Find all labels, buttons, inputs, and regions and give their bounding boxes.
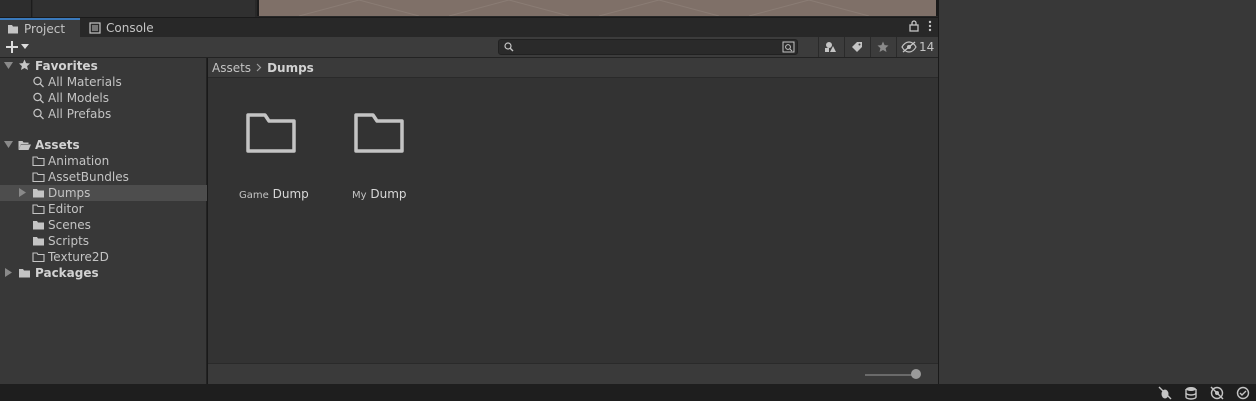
scene-view-strip: [0, 0, 938, 17]
tree-folder-item[interactable]: AssetBundles: [0, 169, 207, 185]
asset-name-prefix: My: [352, 190, 367, 201]
favorite-item[interactable]: All Models: [0, 90, 207, 106]
tree-label: Editor: [48, 202, 84, 216]
tree-label: Assets: [35, 138, 80, 152]
status-bar: [0, 384, 1256, 401]
check-circle-icon[interactable]: [1236, 386, 1250, 400]
search-icon: [504, 42, 514, 52]
tree-label: Texture2D: [48, 250, 109, 264]
tree-label: AssetBundles: [48, 170, 129, 184]
strip-segment: [33, 0, 255, 17]
eye-hidden-icon: [901, 41, 917, 53]
project-tree: Favorites All Materials All Models All P…: [0, 58, 207, 384]
filter-by-type-button[interactable]: [818, 37, 842, 57]
search-icon: [33, 76, 44, 88]
expand-arrow-icon[interactable]: [4, 61, 14, 71]
favorite-item[interactable]: All Materials: [0, 74, 207, 90]
tab-console[interactable]: Console: [82, 18, 162, 38]
asset-name: Game Dump: [239, 187, 309, 201]
tree-label: Favorites: [35, 59, 98, 73]
icon-size-slider-handle[interactable]: [911, 369, 921, 379]
favorite-item[interactable]: All Prefabs: [0, 106, 207, 122]
unity-editor: Project Console 14 Favorites All Materia…: [0, 0, 1256, 401]
tab-actions: [909, 20, 932, 32]
tree-assets[interactable]: Assets: [0, 137, 207, 153]
tree-label: All Materials: [48, 75, 122, 89]
tree-folder-item-selected[interactable]: Dumps: [0, 185, 207, 201]
hidden-packages-toggle[interactable]: 14: [896, 37, 938, 57]
lock-icon[interactable]: [909, 20, 919, 32]
search-icon: [33, 92, 44, 104]
grid-bottom-bar: [208, 363, 938, 384]
tree-label: Animation: [48, 154, 110, 168]
tree-folder-item[interactable]: Scenes: [0, 217, 207, 233]
more-options-icon[interactable]: [928, 20, 932, 32]
folder-icon: [33, 237, 44, 246]
asset-name-main: Dump: [370, 187, 407, 201]
breadcrumb-root[interactable]: Assets: [212, 61, 251, 75]
tree-label: Scripts: [48, 234, 90, 248]
breadcrumb-current[interactable]: Dumps: [267, 61, 314, 75]
tree-folder-item[interactable]: Editor: [0, 201, 207, 217]
asset-grid-area: Assets Dumps Game Dump My Dump: [208, 58, 938, 363]
plus-icon: [6, 41, 18, 53]
tree-folder-item[interactable]: Scripts: [0, 233, 207, 249]
create-button[interactable]: [5, 39, 33, 55]
asset-name-prefix: Game: [239, 190, 269, 201]
search-in-scene-icon[interactable]: [782, 41, 795, 53]
console-icon: [89, 22, 101, 34]
status-icons: [1158, 386, 1250, 400]
tree-label: Dumps: [48, 186, 91, 200]
tab-project[interactable]: Project: [0, 18, 80, 38]
filter-type-icon: [824, 42, 836, 52]
scene-view-preview[interactable]: [257, 0, 938, 16]
icon-size-slider[interactable]: [865, 374, 915, 376]
expand-arrow-icon[interactable]: [4, 140, 14, 150]
asset-name: My Dump: [352, 187, 407, 201]
folder-icon: [8, 25, 18, 34]
folder-icon: [33, 221, 44, 230]
label-tag-icon: [851, 42, 862, 52]
search-input[interactable]: [498, 39, 798, 55]
folder-icon: [32, 172, 45, 183]
tab-label: Console: [106, 21, 154, 35]
folder-icon: [246, 113, 296, 153]
folder-open-icon: [18, 141, 31, 150]
database-icon[interactable]: [1184, 386, 1198, 400]
favorite-button[interactable]: [870, 37, 894, 57]
hidden-count: 14: [919, 40, 935, 54]
chevron-down-icon: [21, 44, 29, 49]
search-icon: [33, 108, 44, 120]
tree-label: Packages: [35, 266, 99, 280]
debug-bug-icon[interactable]: [1158, 386, 1172, 400]
tree-label: All Models: [48, 91, 109, 105]
asset-name-main: Dump: [272, 187, 309, 201]
network-icon[interactable]: [1210, 386, 1224, 400]
filter-by-label-button[interactable]: [844, 37, 868, 57]
tree-label: Scenes: [48, 218, 91, 232]
folder-icon: [32, 252, 45, 263]
star-icon: [19, 59, 30, 70]
strip-segment: [0, 0, 32, 17]
folder-icon: [33, 189, 44, 198]
collapse-arrow-icon[interactable]: [4, 268, 14, 278]
tree-favorites[interactable]: Favorites: [0, 58, 207, 74]
star-icon: [877, 41, 888, 52]
tree-packages[interactable]: Packages: [0, 265, 207, 281]
folder-icon: [32, 156, 45, 167]
tree-label: All Prefabs: [48, 107, 112, 121]
breadcrumb: Assets Dumps: [208, 58, 938, 78]
tab-label: Project: [24, 22, 66, 36]
inspector-panel: [938, 0, 1256, 384]
folder-icon: [32, 204, 45, 215]
chevron-right-icon: [256, 63, 262, 72]
folder-icon: [19, 269, 30, 278]
tab-bar: Project Console: [0, 17, 938, 38]
collapse-arrow-icon[interactable]: [18, 188, 28, 198]
tree-folder-item[interactable]: Animation: [0, 153, 207, 169]
project-toolbar: 14: [0, 37, 938, 58]
folder-icon: [354, 113, 404, 153]
tree-folder-item[interactable]: Texture2D: [0, 249, 207, 265]
